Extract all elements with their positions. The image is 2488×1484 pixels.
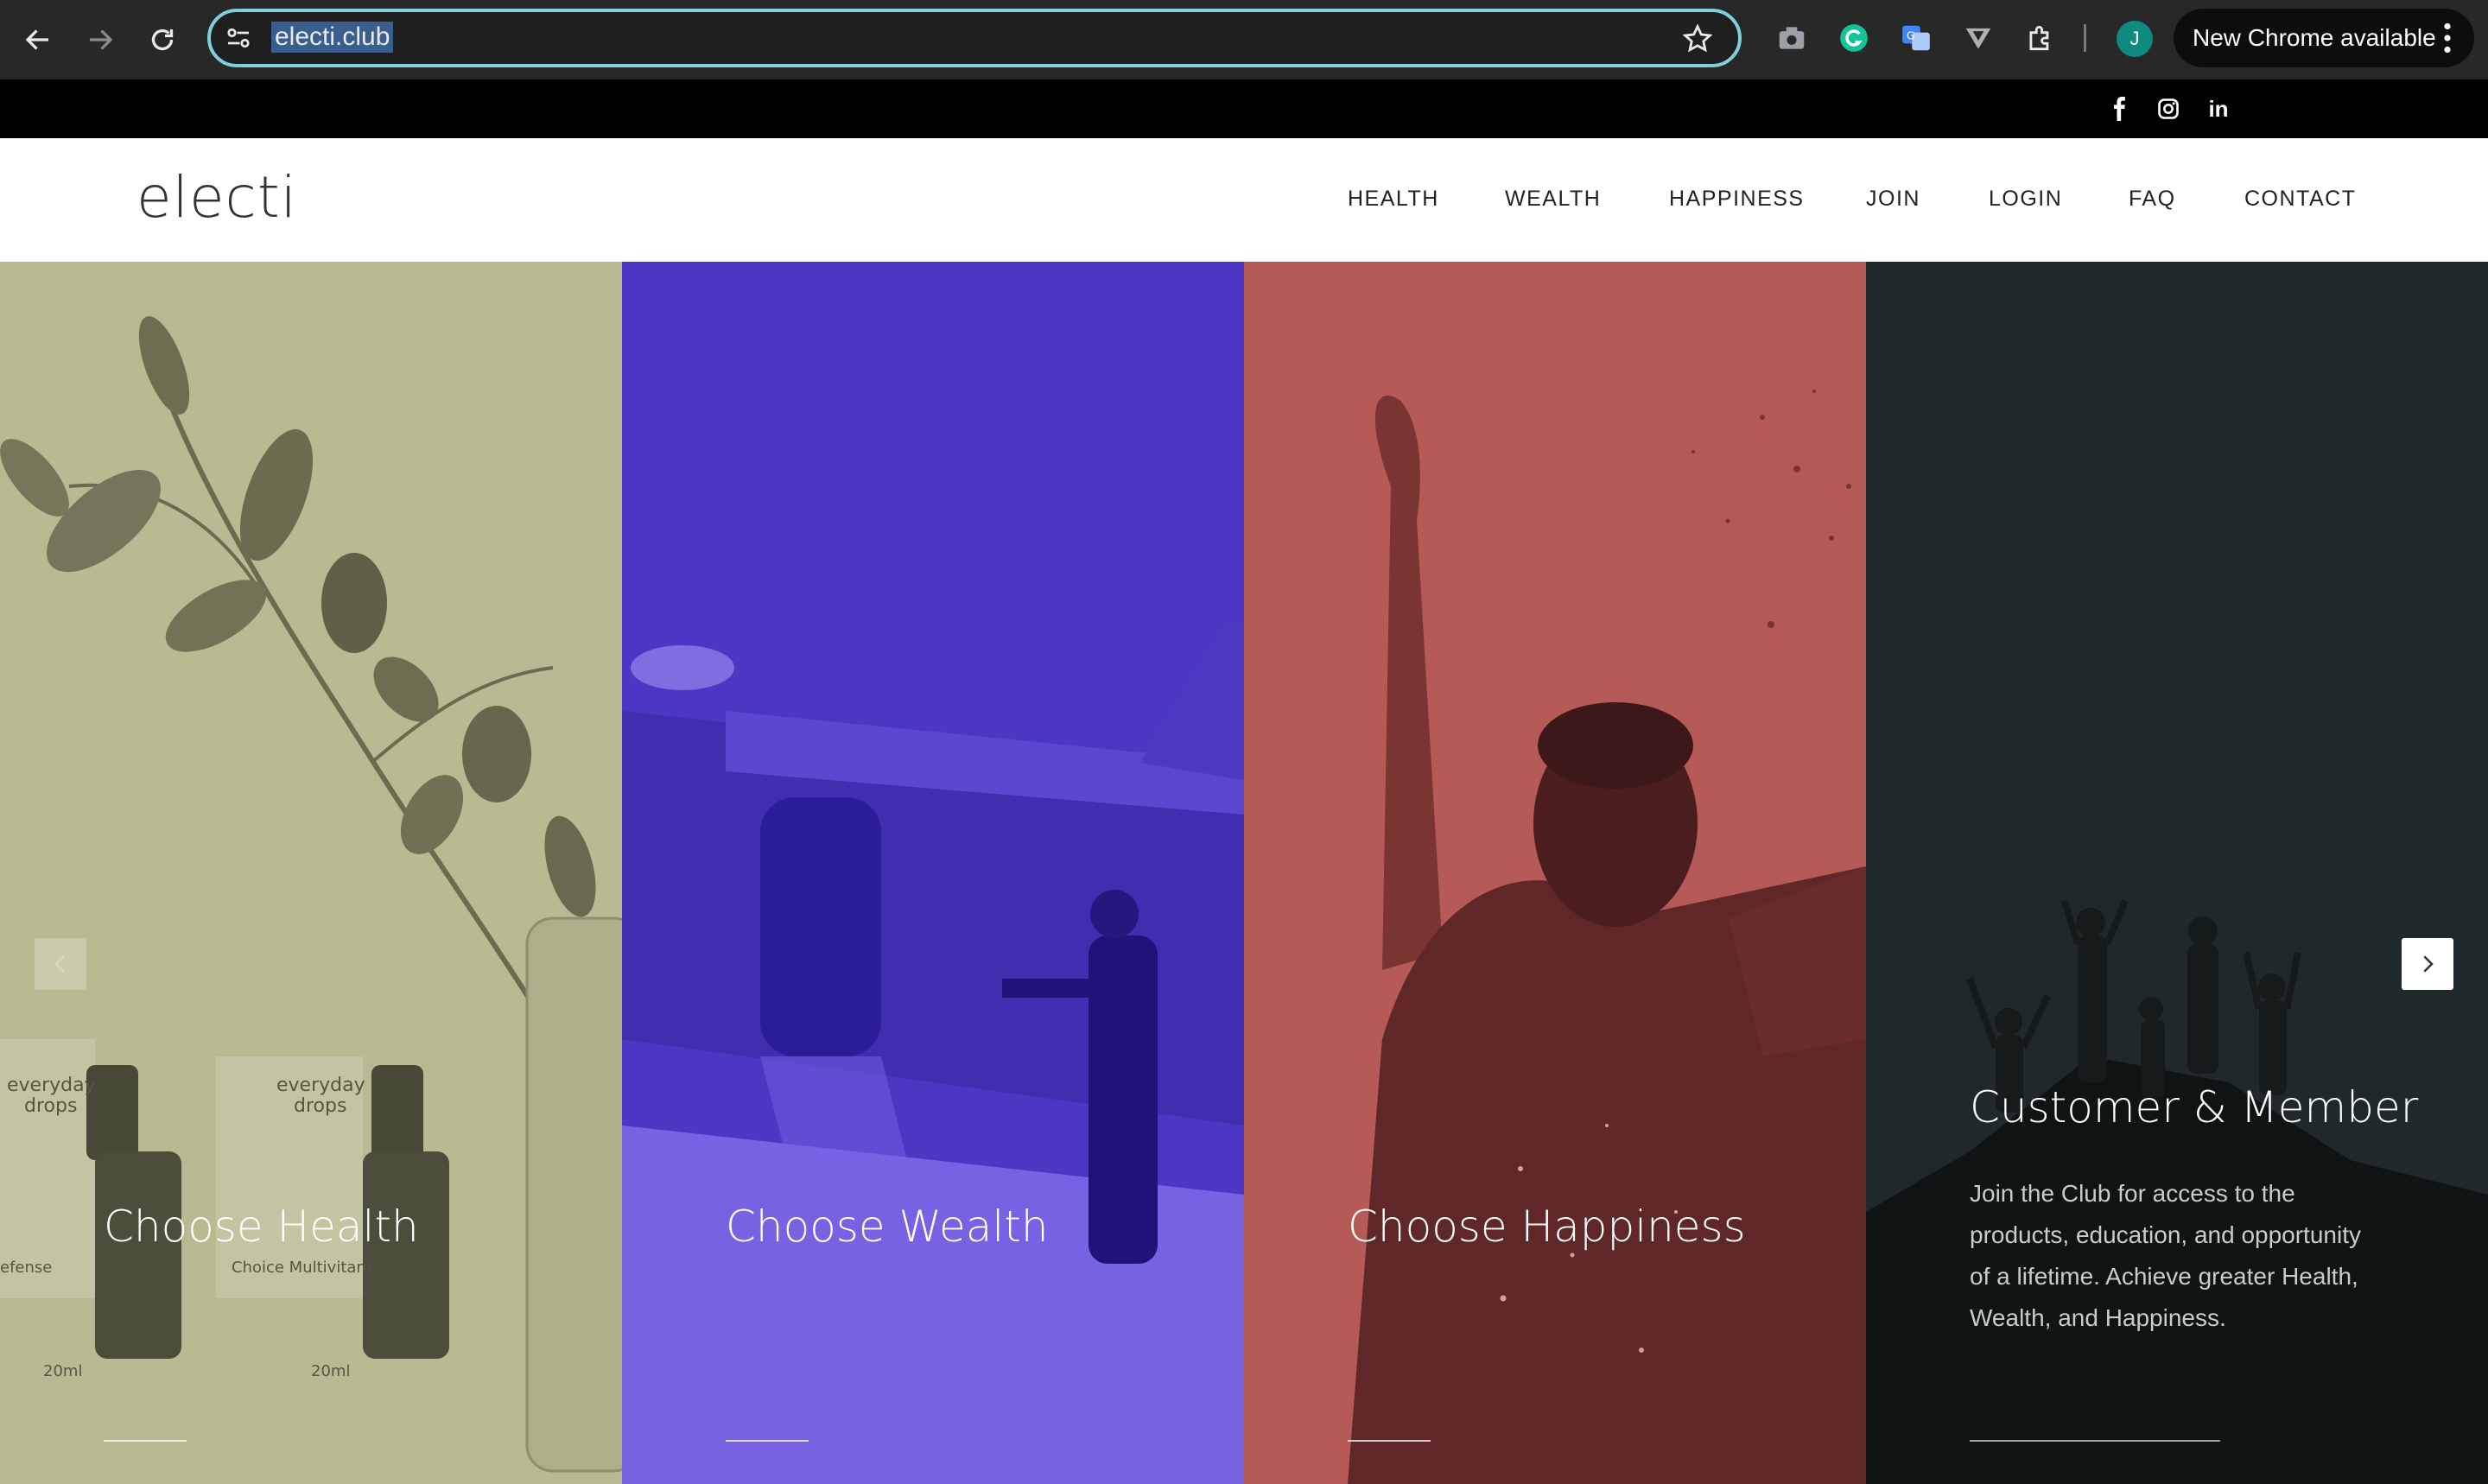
profile-avatar[interactable]: J: [2117, 21, 2153, 57]
svg-text:Choice Multivitam: Choice Multivitam: [232, 1259, 371, 1277]
site-settings-icon[interactable]: [223, 22, 254, 54]
vimeo-extension-icon[interactable]: [1959, 19, 1997, 57]
social-bar: in: [0, 79, 2488, 138]
panel-divider: [104, 1440, 187, 1442]
slider-next-button[interactable]: [2402, 938, 2453, 990]
panel-title-wealth[interactable]: Choose Wealth: [726, 1202, 1049, 1252]
nav-login[interactable]: LOGIN: [1989, 187, 2062, 212]
address-bar[interactable]: electi.club: [207, 9, 1742, 67]
arrow-right-icon: [90, 29, 113, 50]
toolbar-divider: [2084, 24, 2086, 52]
facebook-icon[interactable]: [2104, 93, 2136, 124]
site-header: electi HEALTH WEALTH HAPPINESS JOIN LOGI…: [0, 138, 2488, 262]
svg-text:drops: drops: [294, 1095, 346, 1117]
panel-wealth[interactable]: Choose Wealth: [622, 262, 1244, 1484]
nav-contact[interactable]: CONTACT: [2244, 187, 2356, 212]
panel-title-health[interactable]: Choose Health: [104, 1202, 419, 1252]
site-logo[interactable]: electi: [136, 164, 297, 231]
slider-prev-button[interactable]: [35, 938, 86, 990]
back-button[interactable]: [16, 17, 60, 62]
product-label-1: everyday: [7, 1075, 96, 1096]
panel-health[interactable]: everyday drops everyday drops Choice Mul…: [0, 262, 622, 1484]
panel-divider: [1348, 1440, 1431, 1442]
bookmark-star-icon[interactable]: [1681, 22, 1714, 55]
reload-button[interactable]: [140, 17, 185, 62]
panel-title-member[interactable]: Customer & Member: [1970, 1082, 2418, 1132]
url-text[interactable]: electi.club: [271, 22, 394, 53]
svg-text:drops: drops: [24, 1095, 77, 1117]
linkedin-icon[interactable]: in: [2203, 93, 2234, 124]
nav-happiness[interactable]: HAPPINESS: [1669, 187, 1805, 212]
nav-faq[interactable]: FAQ: [2129, 187, 2176, 212]
panel-divider: [726, 1440, 809, 1442]
svg-text:everyday: everyday: [276, 1075, 365, 1096]
browser-toolbar: electi.club G J New Chrome available: [0, 0, 2488, 79]
celebrating-woman-image: [1348, 390, 1866, 1484]
svg-text:20ml: 20ml: [311, 1362, 350, 1380]
panel-title-happiness[interactable]: Choose Happiness: [1348, 1202, 1746, 1252]
panel-description-member: Join the Club for access to the products…: [1970, 1180, 2361, 1331]
panel-divider: [1970, 1440, 2220, 1442]
nav-join[interactable]: JOIN: [1866, 187, 1920, 212]
chevron-right-icon: [2423, 955, 2434, 973]
plant-and-bottles-image: everyday drops everyday drops Choice Mul…: [0, 316, 622, 1473]
svg-text:20ml: 20ml: [43, 1362, 82, 1380]
linkedin-label: in: [2208, 95, 2229, 122]
grammarly-extension-icon[interactable]: [1835, 19, 1873, 57]
chrome-update-label: New Chrome available: [2193, 24, 2436, 51]
nav-wealth[interactable]: WEALTH: [1505, 187, 1601, 212]
chevron-left-icon: [54, 955, 65, 973]
chrome-update-button[interactable]: New Chrome available: [2174, 9, 2474, 67]
instagram-icon[interactable]: [2153, 93, 2184, 124]
private-jet-image: [622, 625, 1244, 1484]
svg-text:G: G: [1907, 29, 1915, 42]
panel-happiness[interactable]: Choose Happiness: [1244, 262, 1866, 1484]
panel-member[interactable]: Customer & Member Join the Club for acce…: [1866, 262, 2488, 1484]
extensions-puzzle-icon[interactable]: [2022, 19, 2060, 57]
translate-extension-icon[interactable]: G: [1897, 19, 1935, 57]
hero-slider: everyday drops everyday drops Choice Mul…: [0, 262, 2488, 1484]
svg-text:efense: efense: [0, 1259, 52, 1277]
reload-icon: [151, 29, 174, 51]
menu-kebab-icon[interactable]: [2443, 22, 2452, 54]
camera-extension-icon[interactable]: [1773, 19, 1811, 57]
profile-initial: J: [2129, 28, 2140, 49]
arrow-left-icon: [25, 29, 48, 50]
forward-button[interactable]: [78, 17, 123, 62]
nav-health[interactable]: HEALTH: [1348, 187, 1439, 212]
